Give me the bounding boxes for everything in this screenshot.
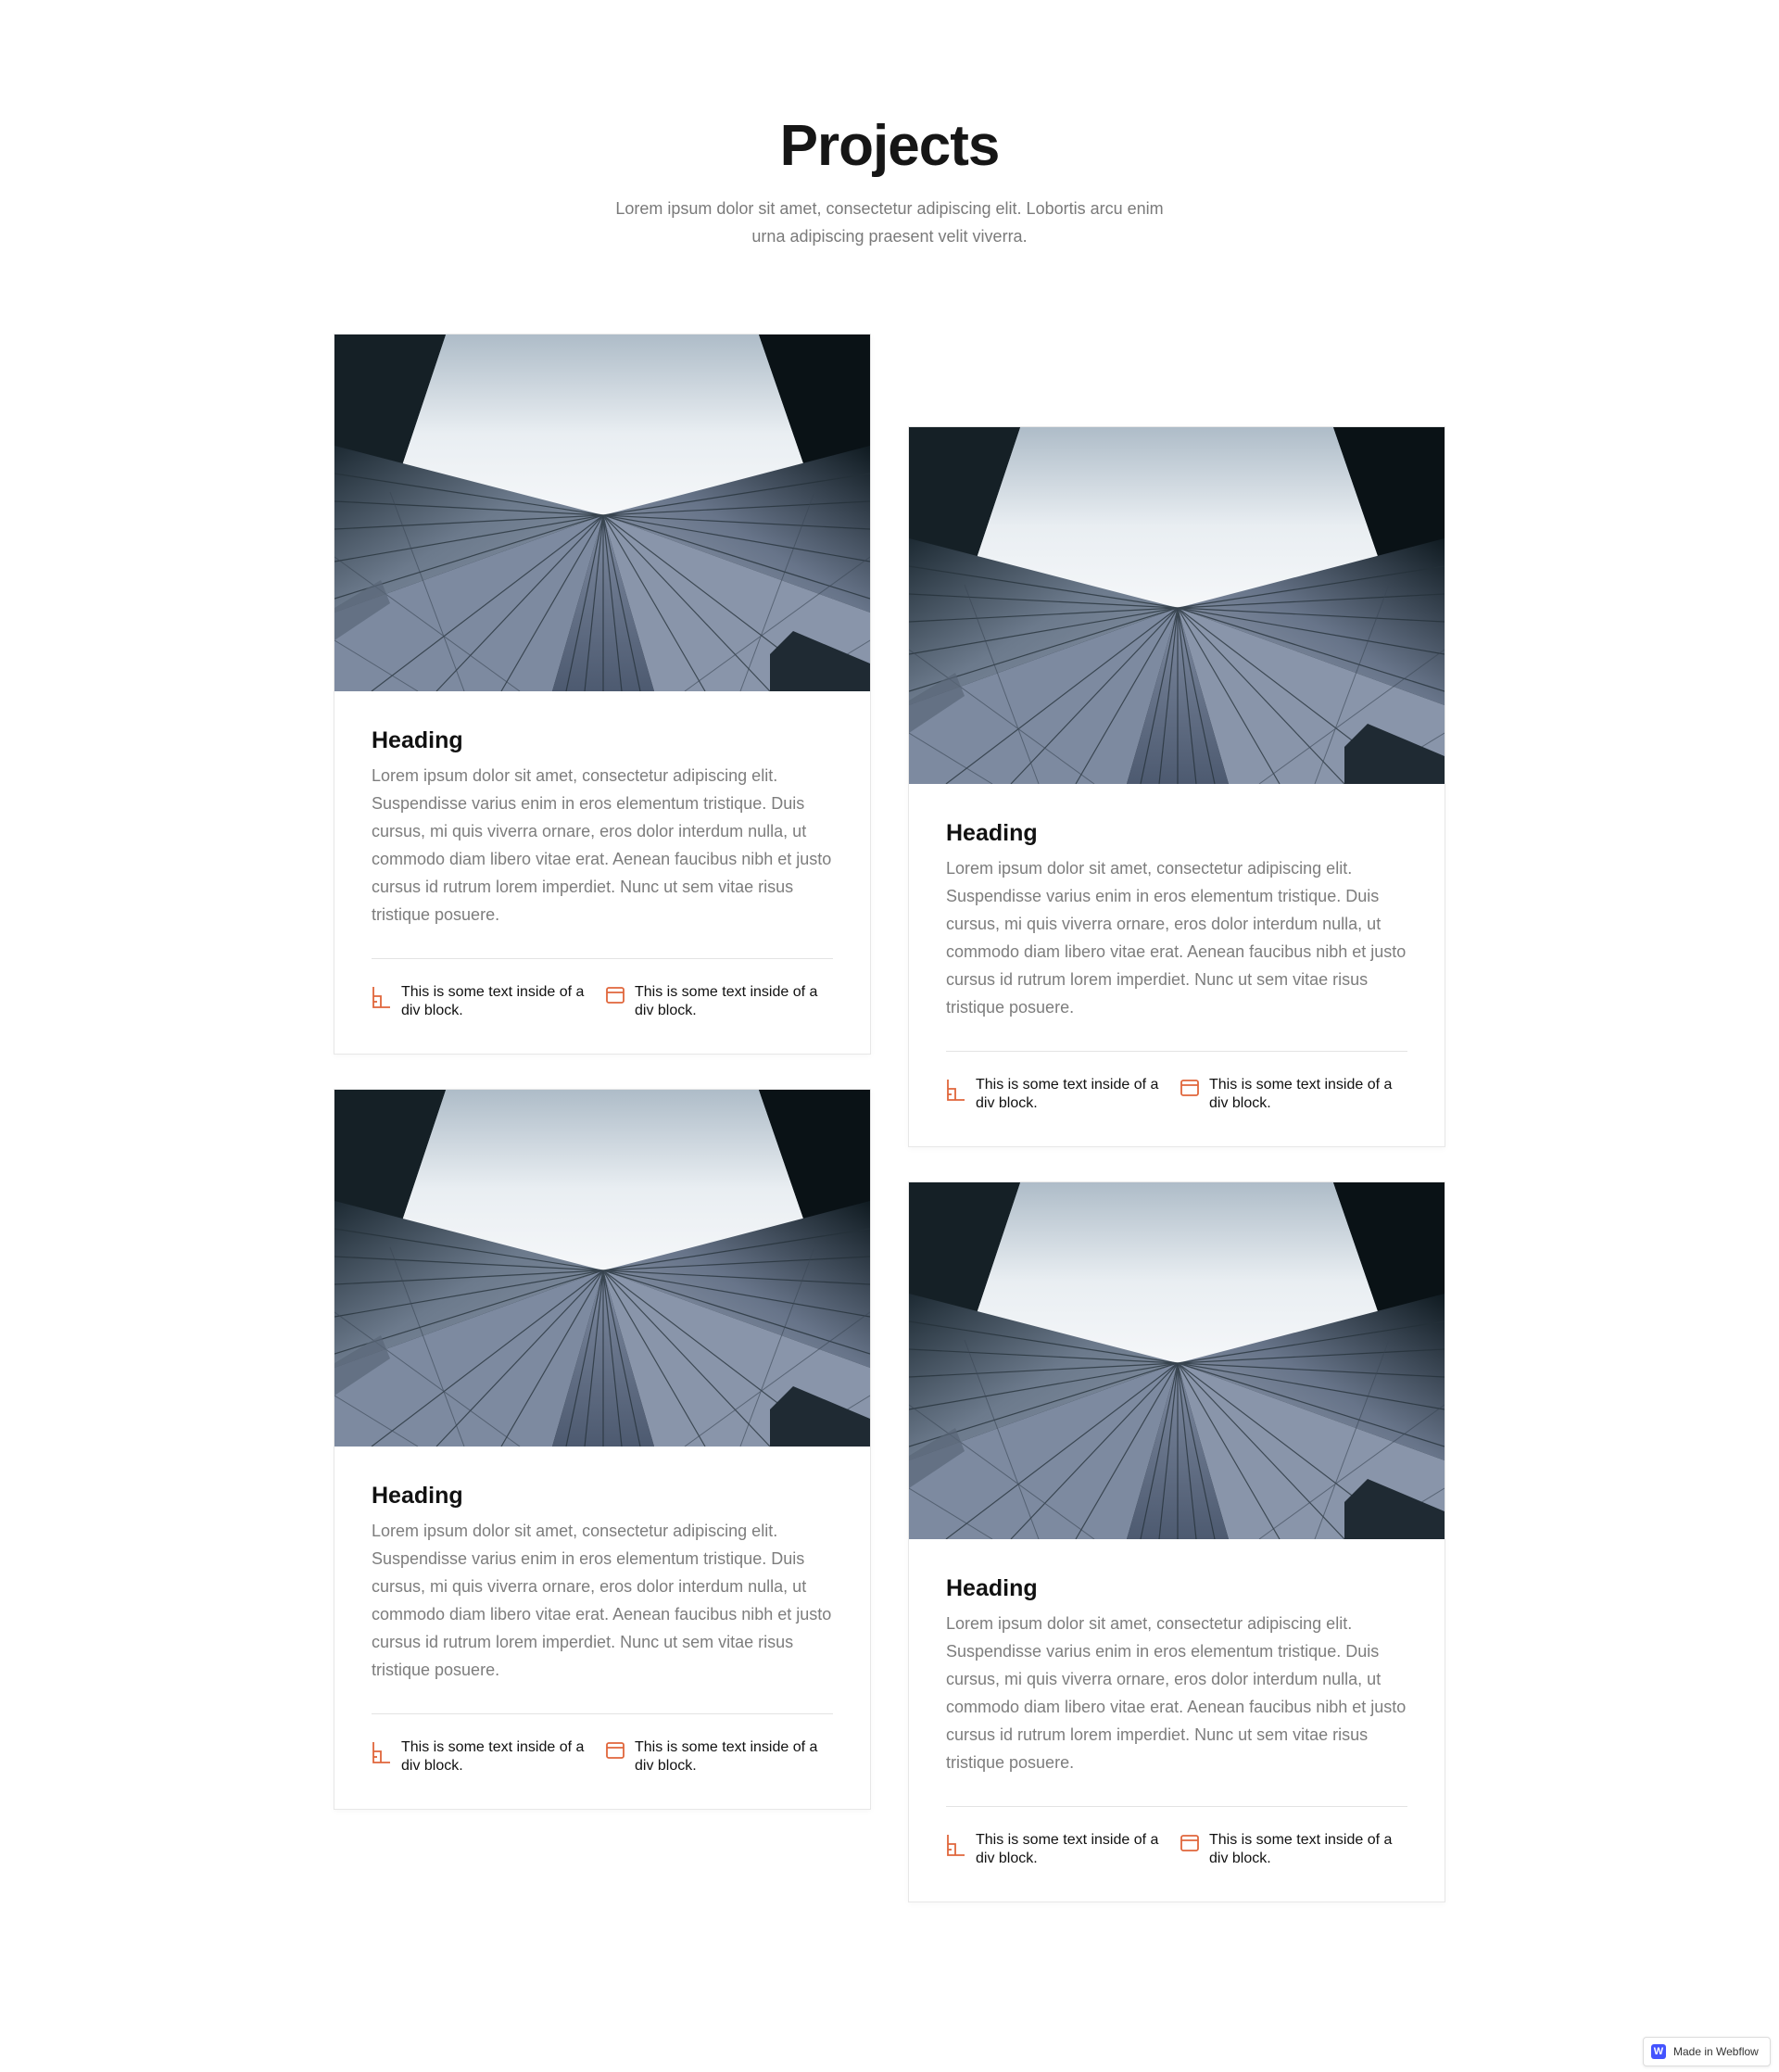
meta-text: This is some text inside of a div block. <box>1209 1077 1393 1111</box>
meta-item-area: This is some text inside of a div block. <box>372 983 605 1020</box>
card-meta: This is some text inside of a div block.… <box>372 983 833 1020</box>
card-heading: Heading <box>946 820 1038 846</box>
card-description: Lorem ipsum dolor sit amet, consectetur … <box>946 859 1407 1017</box>
card-meta: This is some text inside of a div block.… <box>372 1738 833 1775</box>
meta-item-area: This is some text inside of a div block. <box>946 1831 1180 1868</box>
meta-text: This is some text inside of a div block. <box>635 984 818 1018</box>
card-body: Heading Lorem ipsum dolor sit amet, cons… <box>909 1539 1445 1901</box>
calendar-icon <box>606 987 625 1004</box>
card-meta: This is some text inside of a div block.… <box>946 1831 1407 1868</box>
card-body: Heading Lorem ipsum dolor sit amet, cons… <box>334 1447 870 1809</box>
meta-text: This is some text inside of a div block. <box>976 1832 1159 1866</box>
divider <box>372 958 833 959</box>
page-subtitle: Lorem ipsum dolor sit amet, consectetur … <box>615 199 1164 246</box>
project-card[interactable]: Heading Lorem ipsum dolor sit amet, cons… <box>908 426 1445 1147</box>
meta-text: This is some text inside of a div block. <box>635 1739 818 1774</box>
calendar-icon <box>606 1742 625 1759</box>
meta-item-area: This is some text inside of a div block. <box>372 1738 605 1775</box>
card-heading: Heading <box>372 1483 463 1509</box>
calendar-icon <box>1180 1835 1199 1851</box>
card-heading: Heading <box>946 1575 1038 1601</box>
calendar-icon <box>1180 1080 1199 1096</box>
measure-angle-icon <box>372 1742 390 1763</box>
page-title: Projects <box>779 114 1001 178</box>
webflow-logo-icon: W <box>1651 2044 1666 2059</box>
card-body: Heading Lorem ipsum dolor sit amet, cons… <box>909 784 1445 1146</box>
card-description: Lorem ipsum dolor sit amet, consectetur … <box>372 1522 832 1679</box>
card-body: Heading Lorem ipsum dolor sit amet, cons… <box>334 691 870 1054</box>
project-card[interactable]: Heading Lorem ipsum dolor sit amet, cons… <box>908 1181 1445 1902</box>
meta-item-date: This is some text inside of a div block. <box>1180 1831 1407 1868</box>
measure-angle-icon <box>947 1080 965 1101</box>
project-image <box>334 335 870 691</box>
card-description: Lorem ipsum dolor sit amet, consectetur … <box>372 766 832 924</box>
divider <box>946 1051 1407 1052</box>
project-image <box>334 1090 870 1447</box>
card-heading: Heading <box>372 727 463 753</box>
card-description: Lorem ipsum dolor sit amet, consectetur … <box>946 1614 1407 1772</box>
badge-label: Made in Webflow <box>1673 2045 1759 2058</box>
project-image <box>909 427 1445 784</box>
meta-item-date: This is some text inside of a div block. <box>605 1738 833 1775</box>
divider <box>946 1806 1407 1807</box>
divider <box>372 1713 833 1714</box>
card-meta: This is some text inside of a div block.… <box>946 1076 1407 1113</box>
meta-item-date: This is some text inside of a div block. <box>1180 1076 1407 1113</box>
meta-item-date: This is some text inside of a div block. <box>605 983 833 1020</box>
measure-angle-icon <box>947 1835 965 1856</box>
measure-angle-icon <box>372 987 390 1008</box>
meta-text: This is some text inside of a div block. <box>1209 1832 1393 1866</box>
meta-text: This is some text inside of a div block. <box>401 984 585 1018</box>
project-image <box>909 1182 1445 1539</box>
project-card[interactable]: Heading Lorem ipsum dolor sit amet, cons… <box>334 334 871 1055</box>
made-in-webflow-badge[interactable]: W Made in Webflow <box>1643 2037 1771 2066</box>
meta-text: This is some text inside of a div block. <box>401 1739 585 1774</box>
projects-header: Projects Lorem ipsum dolor sit amet, con… <box>0 109 1779 250</box>
meta-item-area: This is some text inside of a div block. <box>946 1076 1180 1113</box>
project-card[interactable]: Heading Lorem ipsum dolor sit amet, cons… <box>334 1089 871 1810</box>
meta-text: This is some text inside of a div block. <box>976 1077 1159 1111</box>
